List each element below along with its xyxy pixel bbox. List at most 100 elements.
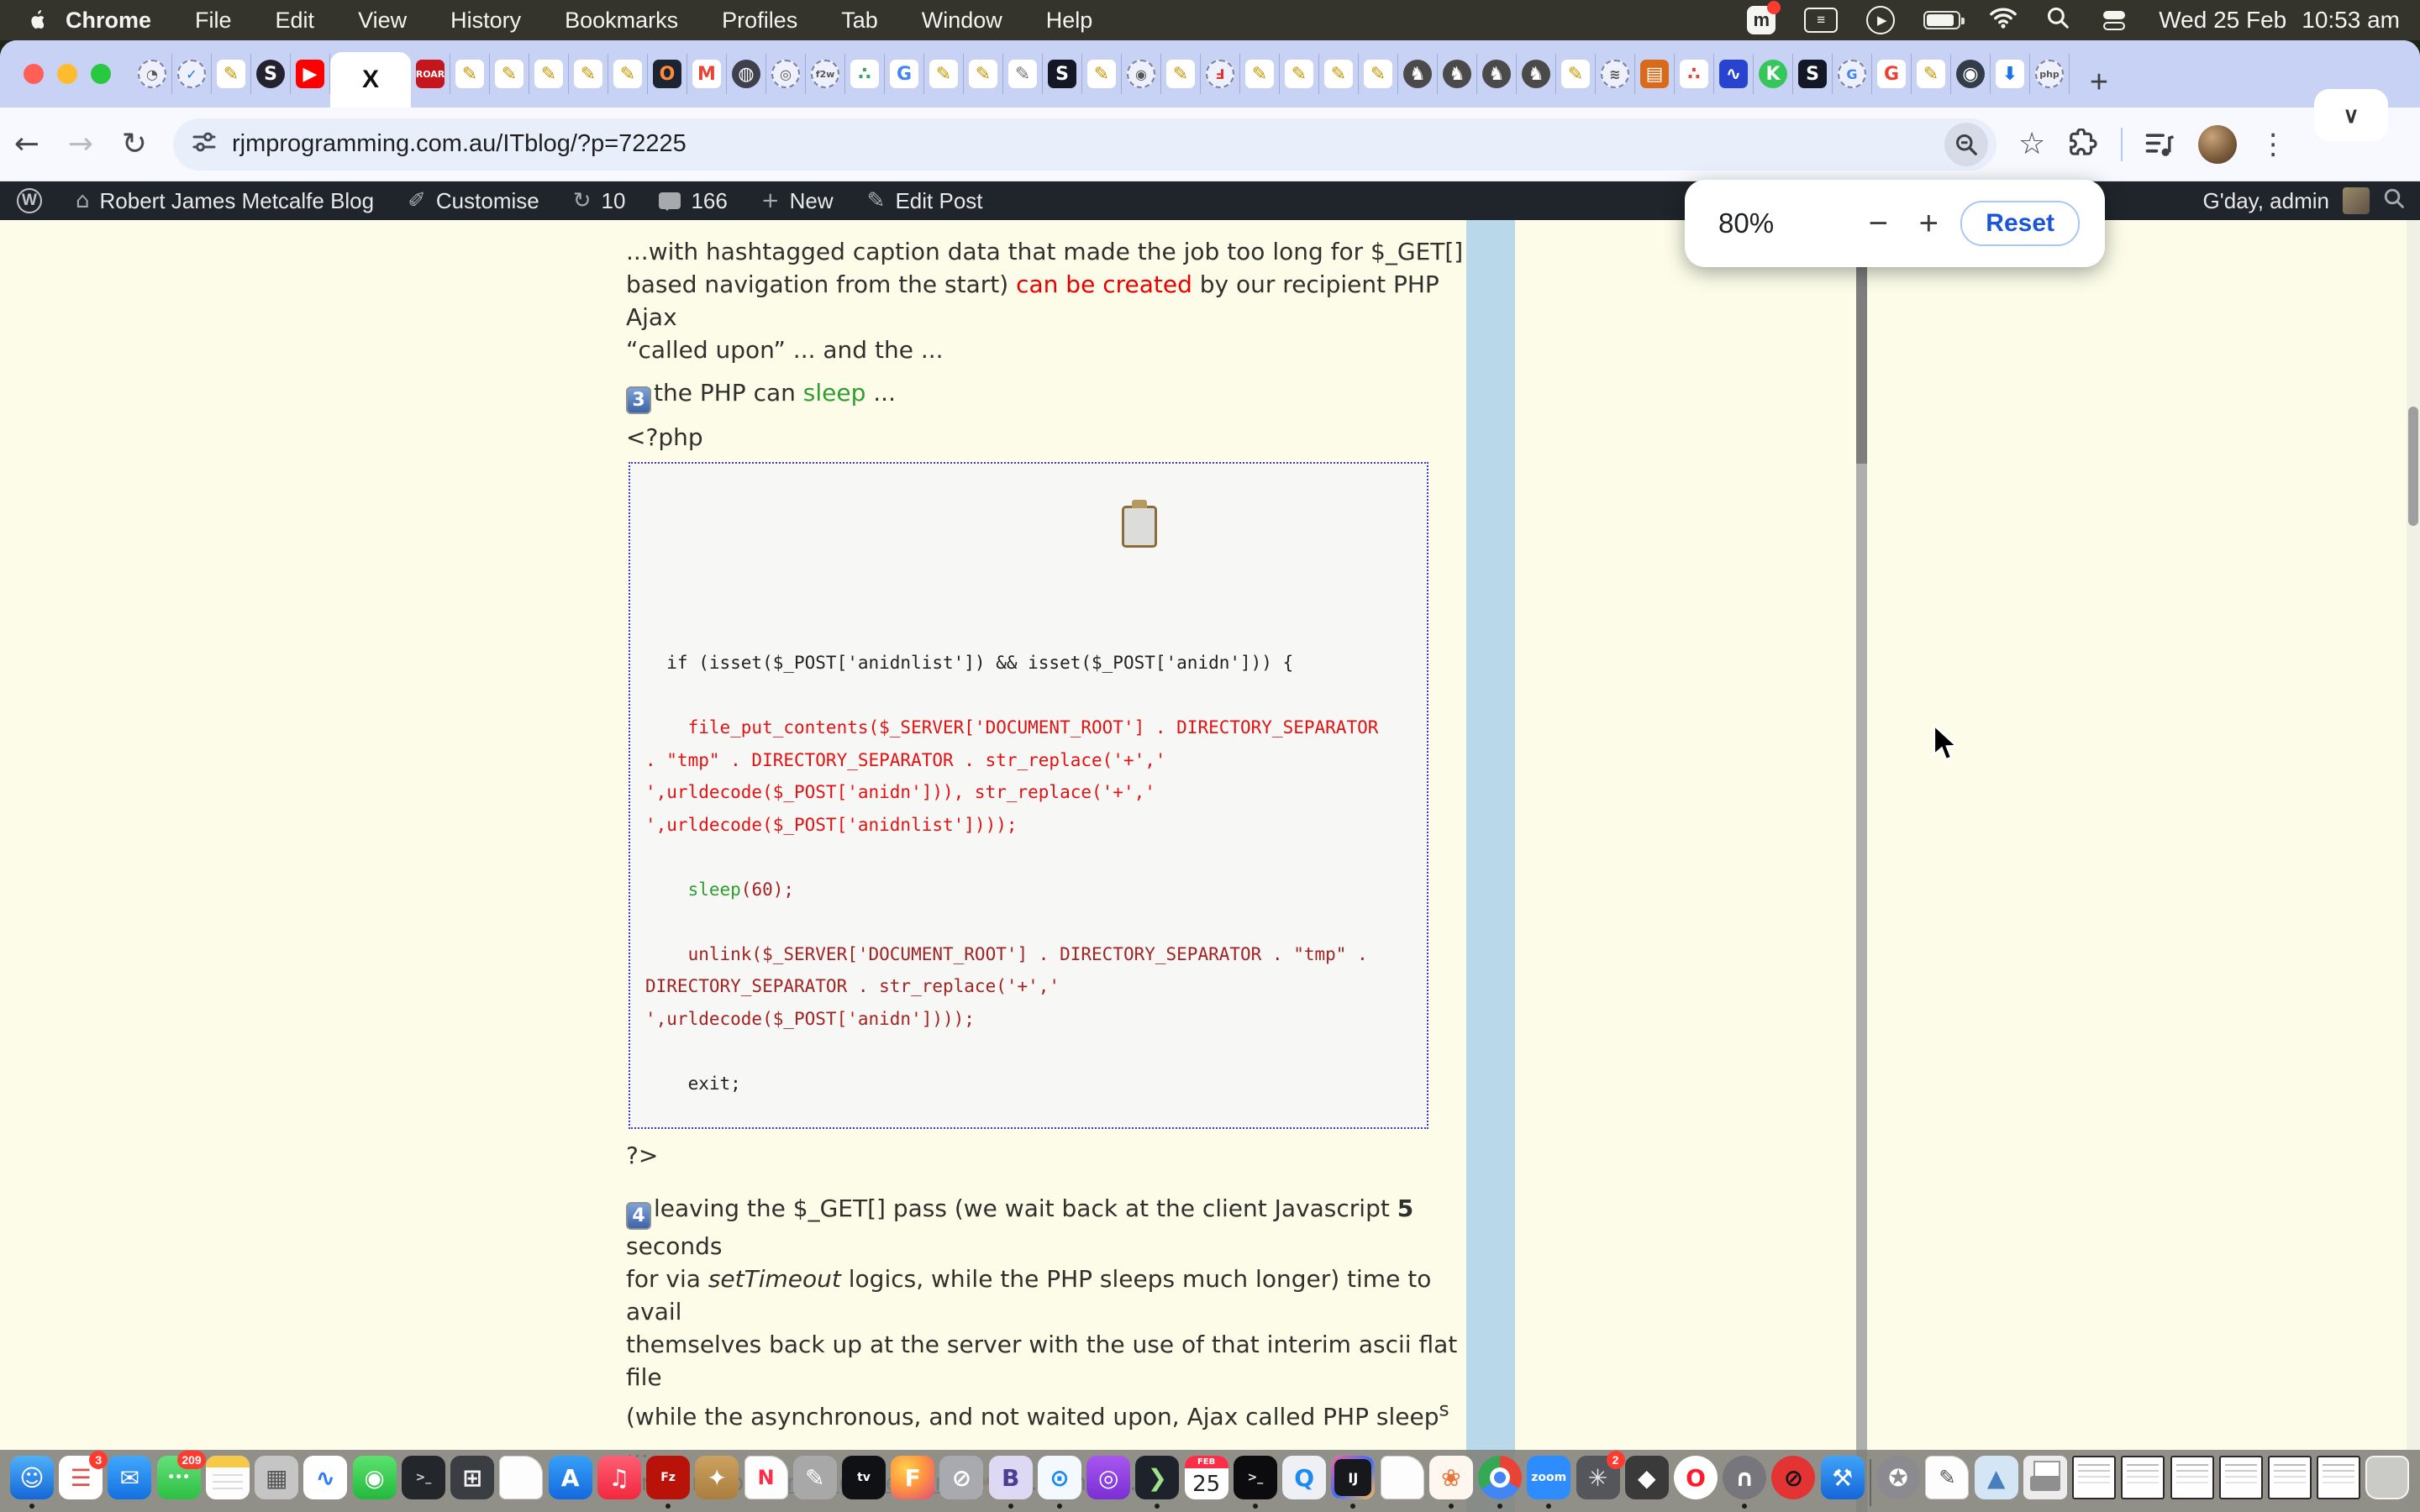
dock-window-thumb[interactable] bbox=[2170, 1456, 2214, 1508]
dock-libreoffice-writer[interactable] bbox=[1381, 1456, 1424, 1508]
dock-window-thumb[interactable] bbox=[2268, 1456, 2312, 1508]
wp-logo-menu[interactable]: W bbox=[0, 181, 59, 220]
dock-reminders[interactable]: ☰3 bbox=[59, 1456, 103, 1508]
tab-f-red-favicon[interactable]: Ⅎ bbox=[1201, 54, 1240, 94]
tab-stack-dashed-favicon[interactable]: ≋ bbox=[1596, 54, 1635, 94]
clipboard-icon[interactable] bbox=[1122, 506, 1157, 548]
tab-quill-favicon[interactable]: ✎ bbox=[1280, 54, 1319, 94]
keyboard-icon[interactable]: ≡ bbox=[1804, 8, 1838, 33]
dock-launchpad[interactable]: ▦ bbox=[255, 1456, 298, 1508]
tab-quill-favicon[interactable]: ✎ bbox=[1319, 54, 1359, 94]
tab-quill-favicon[interactable]: ✎ bbox=[450, 54, 490, 94]
wifi-icon[interactable] bbox=[1989, 7, 2018, 34]
tab-youtube-favicon[interactable]: ▶ bbox=[291, 54, 330, 94]
comments-menu[interactable]: 166 bbox=[642, 181, 744, 220]
dock-screen-time[interactable]: ⊘ bbox=[939, 1456, 983, 1508]
dock-messages[interactable]: •••209 bbox=[157, 1456, 201, 1508]
php-code-block[interactable]: if (isset($_POST['anidnlist']) && isset(… bbox=[629, 462, 1428, 1129]
tab-chrome-dashed-favicon[interactable]: ◎ bbox=[766, 54, 806, 94]
dock-terminal-2[interactable]: >_ bbox=[1234, 1456, 1277, 1508]
tab-quill-favicon[interactable]: ✎ bbox=[529, 54, 569, 94]
tab-s-serif-favicon[interactable]: S bbox=[1793, 54, 1833, 94]
dock-music[interactable]: ♫ bbox=[597, 1456, 641, 1508]
dock-app-store[interactable]: A bbox=[549, 1456, 592, 1508]
menu-item-view[interactable]: View bbox=[358, 8, 407, 34]
active-tab[interactable]: X bbox=[330, 52, 411, 108]
dock-textedit[interactable] bbox=[499, 1456, 543, 1508]
dock-window-thumb[interactable] bbox=[2121, 1456, 2165, 1508]
menu-item-bookmarks[interactable]: Bookmarks bbox=[565, 8, 678, 34]
tab-google-favicon[interactable]: G bbox=[885, 54, 924, 94]
dock-safari[interactable]: ⊙ bbox=[1038, 1456, 1081, 1508]
tab-abc-favicon[interactable]: ∿ bbox=[1714, 54, 1754, 94]
close-window-button[interactable] bbox=[24, 64, 44, 84]
dock-photos-folder[interactable]: ▲ bbox=[1975, 1456, 2018, 1508]
tab-pencil-favicon[interactable]: ✎ bbox=[1003, 54, 1043, 94]
site-name-menu[interactable]: ⌂Robert James Metcalfe Blog bbox=[59, 181, 391, 220]
tab-download-favicon[interactable]: ⬇ bbox=[1991, 54, 2030, 94]
tab-f2w-favicon[interactable]: f2w bbox=[806, 54, 845, 94]
dock-zoom[interactable]: zoom bbox=[1527, 1456, 1570, 1508]
tab-php-dashed-favicon[interactable]: php bbox=[2030, 54, 2070, 94]
new-tab-button[interactable]: + bbox=[2070, 65, 2128, 108]
tab-globe-favicon[interactable]: ◍ bbox=[727, 54, 766, 94]
admin-greeting[interactable]: G'day, admin bbox=[2203, 188, 2329, 214]
tab-search-button[interactable]: ∨ bbox=[2314, 89, 2388, 141]
zoom-plus-button[interactable]: + bbox=[1903, 205, 1954, 243]
tab-g-dashed-favicon[interactable]: G bbox=[1833, 54, 1872, 94]
dock-inkscape[interactable]: ◆ bbox=[1625, 1456, 1669, 1508]
menu-item-tab[interactable]: Tab bbox=[841, 8, 878, 34]
reload-button[interactable]: ↻ bbox=[108, 127, 161, 161]
tab-roar-favicon[interactable]: ROAR bbox=[411, 54, 450, 94]
dock-terminal[interactable]: >_ bbox=[402, 1456, 445, 1508]
dock-calendar[interactable]: FEB25 bbox=[1185, 1456, 1228, 1508]
dock-xcode[interactable]: ⚒ bbox=[1821, 1456, 1865, 1508]
dock-bbedit[interactable]: B bbox=[989, 1456, 1033, 1508]
admin-search-icon[interactable] bbox=[2383, 187, 2405, 215]
tab-s-dark-favicon[interactable]: S bbox=[251, 54, 291, 94]
dock-facetime[interactable]: ◉ bbox=[353, 1456, 397, 1508]
dock-freeform[interactable]: ∿ bbox=[303, 1456, 347, 1508]
menu-item-help[interactable]: Help bbox=[1046, 8, 1093, 34]
dock-preview-notes[interactable]: ✎ bbox=[1925, 1456, 1969, 1508]
battery-icon[interactable] bbox=[1923, 11, 1960, 29]
tab-google-red-favicon[interactable]: G bbox=[1872, 54, 1912, 94]
dock-trash[interactable] bbox=[2365, 1456, 2409, 1508]
chrome-menu-icon[interactable]: ⋮ bbox=[2259, 128, 2287, 161]
tab-quill-favicon[interactable]: ✎ bbox=[569, 54, 608, 94]
dock-intellij[interactable]: IJ bbox=[1331, 1456, 1375, 1508]
tab-chrome-dark-favicon[interactable]: ◉ bbox=[1951, 54, 1991, 94]
dock-window-thumb[interactable] bbox=[2072, 1456, 2116, 1508]
control-center-icon[interactable] bbox=[2098, 8, 2130, 32]
maximize-window-button[interactable] bbox=[91, 64, 111, 84]
extensions-icon[interactable] bbox=[2067, 129, 2099, 160]
dock-pinta[interactable]: ❀ bbox=[1429, 1456, 1473, 1508]
tab-gmail-favicon[interactable]: M bbox=[687, 54, 727, 94]
mimestream-icon[interactable]: m bbox=[1747, 6, 1776, 34]
dock-quicktime[interactable]: Q bbox=[1282, 1456, 1326, 1508]
dock-filezilla[interactable]: Fz bbox=[646, 1456, 690, 1508]
tab-wolf-favicon[interactable]: ♞ bbox=[1517, 54, 1556, 94]
customise-menu[interactable]: ✐Customise bbox=[391, 181, 556, 220]
tab-quill-favicon[interactable]: ✎ bbox=[1556, 54, 1596, 94]
dock-accessibility[interactable]: ✪ bbox=[1876, 1456, 1920, 1508]
tab-quill-favicon[interactable]: ✎ bbox=[490, 54, 529, 94]
tab-wolf-favicon[interactable]: ♞ bbox=[1398, 54, 1438, 94]
dock-news[interactable]: N bbox=[744, 1456, 788, 1508]
back-button[interactable]: ← bbox=[0, 127, 54, 161]
dock-camera-app[interactable]: ✳2 bbox=[1576, 1456, 1620, 1508]
admin-avatar[interactable] bbox=[2343, 187, 2370, 214]
dock-finder[interactable]: ☺ bbox=[10, 1456, 54, 1508]
tab-quill-favicon[interactable]: ✎ bbox=[1912, 54, 1951, 94]
dock-adblock[interactable]: ⊘ bbox=[1771, 1456, 1815, 1508]
dock-window-thumb[interactable] bbox=[2317, 1456, 2360, 1508]
dock-window-thumb[interactable] bbox=[2219, 1456, 2263, 1508]
dock-gimp[interactable]: ✎ bbox=[793, 1456, 837, 1508]
zoom-reset-button[interactable]: Reset bbox=[1960, 201, 2080, 246]
page-scrollbar[interactable] bbox=[2407, 220, 2420, 1512]
tab-quill-favicon[interactable]: ✎ bbox=[212, 54, 251, 94]
scrollbar-thumb[interactable] bbox=[2408, 407, 2418, 526]
zoom-out-indicator-icon[interactable] bbox=[1944, 123, 1988, 166]
edit-post-menu[interactable]: ✎Edit Post bbox=[850, 181, 1000, 220]
tab-quill-favicon[interactable]: ✎ bbox=[1359, 54, 1398, 94]
